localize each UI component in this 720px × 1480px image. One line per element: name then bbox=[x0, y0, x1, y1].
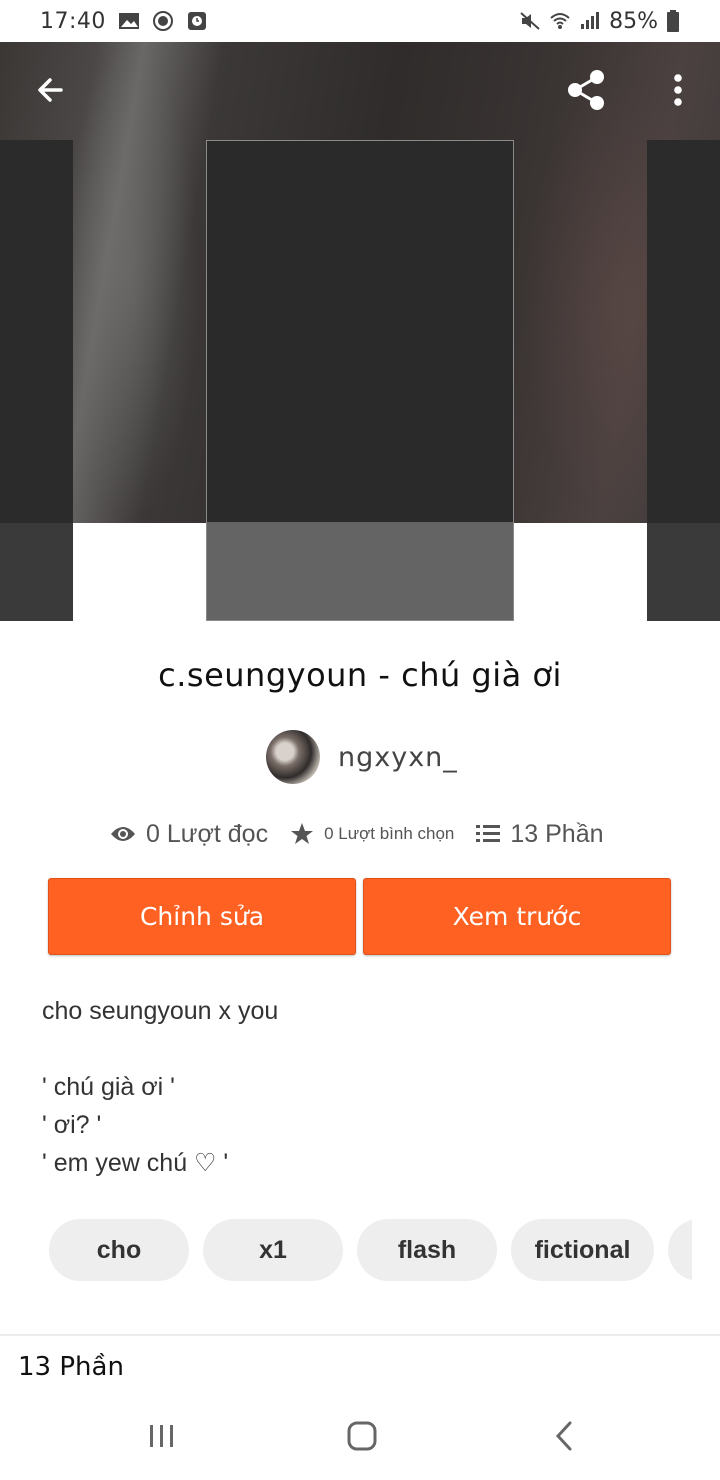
tag-chip[interactable]: x1 bbox=[203, 1219, 343, 1281]
chevron-left-icon bbox=[555, 1421, 572, 1451]
tag-chip[interactable]: fictional bbox=[511, 1219, 654, 1281]
author-link[interactable]: ngxyxn_ bbox=[266, 730, 458, 784]
share-button[interactable] bbox=[558, 62, 614, 118]
avatar bbox=[266, 730, 320, 784]
reads-count: 0 Lượt đọc bbox=[146, 819, 269, 848]
mute-icon bbox=[520, 12, 540, 30]
preview-button[interactable]: Xem trước bbox=[363, 878, 671, 955]
story-cover[interactable] bbox=[206, 140, 514, 621]
description-line: cho seungyoun x you bbox=[42, 997, 279, 1025]
description-line: ' ơi? ' bbox=[42, 1111, 102, 1139]
previous-story-cover[interactable] bbox=[0, 140, 73, 621]
story-title: c.seungyoun - chú già ơi bbox=[158, 656, 562, 694]
list-icon bbox=[476, 825, 501, 842]
divider bbox=[0, 1334, 720, 1336]
edit-button[interactable]: Chỉnh sửa bbox=[48, 878, 356, 955]
wifi-icon bbox=[550, 13, 570, 29]
status-right: 85% bbox=[519, 9, 680, 34]
system-nav-bar bbox=[0, 1398, 720, 1480]
status-time: 17:40 bbox=[40, 8, 106, 34]
home-icon bbox=[347, 1421, 377, 1451]
back-button[interactable] bbox=[22, 62, 78, 118]
parts-heading: 13 Phần bbox=[18, 1352, 124, 1382]
next-story-cover[interactable] bbox=[647, 140, 720, 621]
description-line bbox=[42, 1030, 682, 1068]
story-stats: 0 Lượt đọc 0 Lượt bình chọn 13 Phần bbox=[110, 814, 630, 854]
home-button[interactable] bbox=[338, 1416, 386, 1456]
signal-icon bbox=[581, 12, 600, 29]
status-bar: 17:40 85% bbox=[0, 0, 720, 42]
recents-button[interactable] bbox=[138, 1416, 186, 1456]
more-options-button[interactable] bbox=[650, 62, 706, 118]
arrow-left-icon bbox=[38, 78, 63, 102]
story-description: cho seungyoun x you ' chú già ơi ' ' ơi?… bbox=[42, 992, 682, 1182]
record-icon bbox=[152, 11, 173, 31]
status-left: 17:40 bbox=[40, 9, 208, 34]
parts-count: 13 Phần bbox=[510, 819, 604, 848]
battery-icon bbox=[667, 10, 679, 32]
stat-reads: 0 Lượt đọc bbox=[110, 820, 268, 849]
tag-chip[interactable]: cho bbox=[49, 1219, 189, 1281]
stat-parts: 13 Phần bbox=[476, 819, 604, 849]
tag-chip-partial[interactable] bbox=[668, 1219, 692, 1281]
nav-back-button[interactable] bbox=[540, 1416, 588, 1456]
tag-chip[interactable]: flash bbox=[357, 1219, 497, 1281]
share-icon bbox=[568, 70, 604, 110]
star-icon bbox=[291, 823, 314, 844]
votes-count: 0 Lượt bình chọn bbox=[324, 824, 455, 843]
description-line: ' chú già ơi ' bbox=[42, 1073, 175, 1101]
recents-icon bbox=[150, 1425, 173, 1447]
stat-votes: 0 Lượt bình chọn bbox=[290, 822, 454, 846]
image-icon bbox=[118, 13, 139, 29]
battery-percent: 85% bbox=[609, 8, 658, 34]
clock-icon bbox=[187, 12, 206, 30]
tag-list: cho x1 flash fictional bbox=[49, 1219, 692, 1281]
description-line: ' em yew chú ♡ ' bbox=[42, 1149, 229, 1177]
author-name: ngxyxn_ bbox=[338, 741, 458, 773]
more-vertical-icon bbox=[674, 74, 682, 106]
eye-icon bbox=[111, 827, 135, 841]
